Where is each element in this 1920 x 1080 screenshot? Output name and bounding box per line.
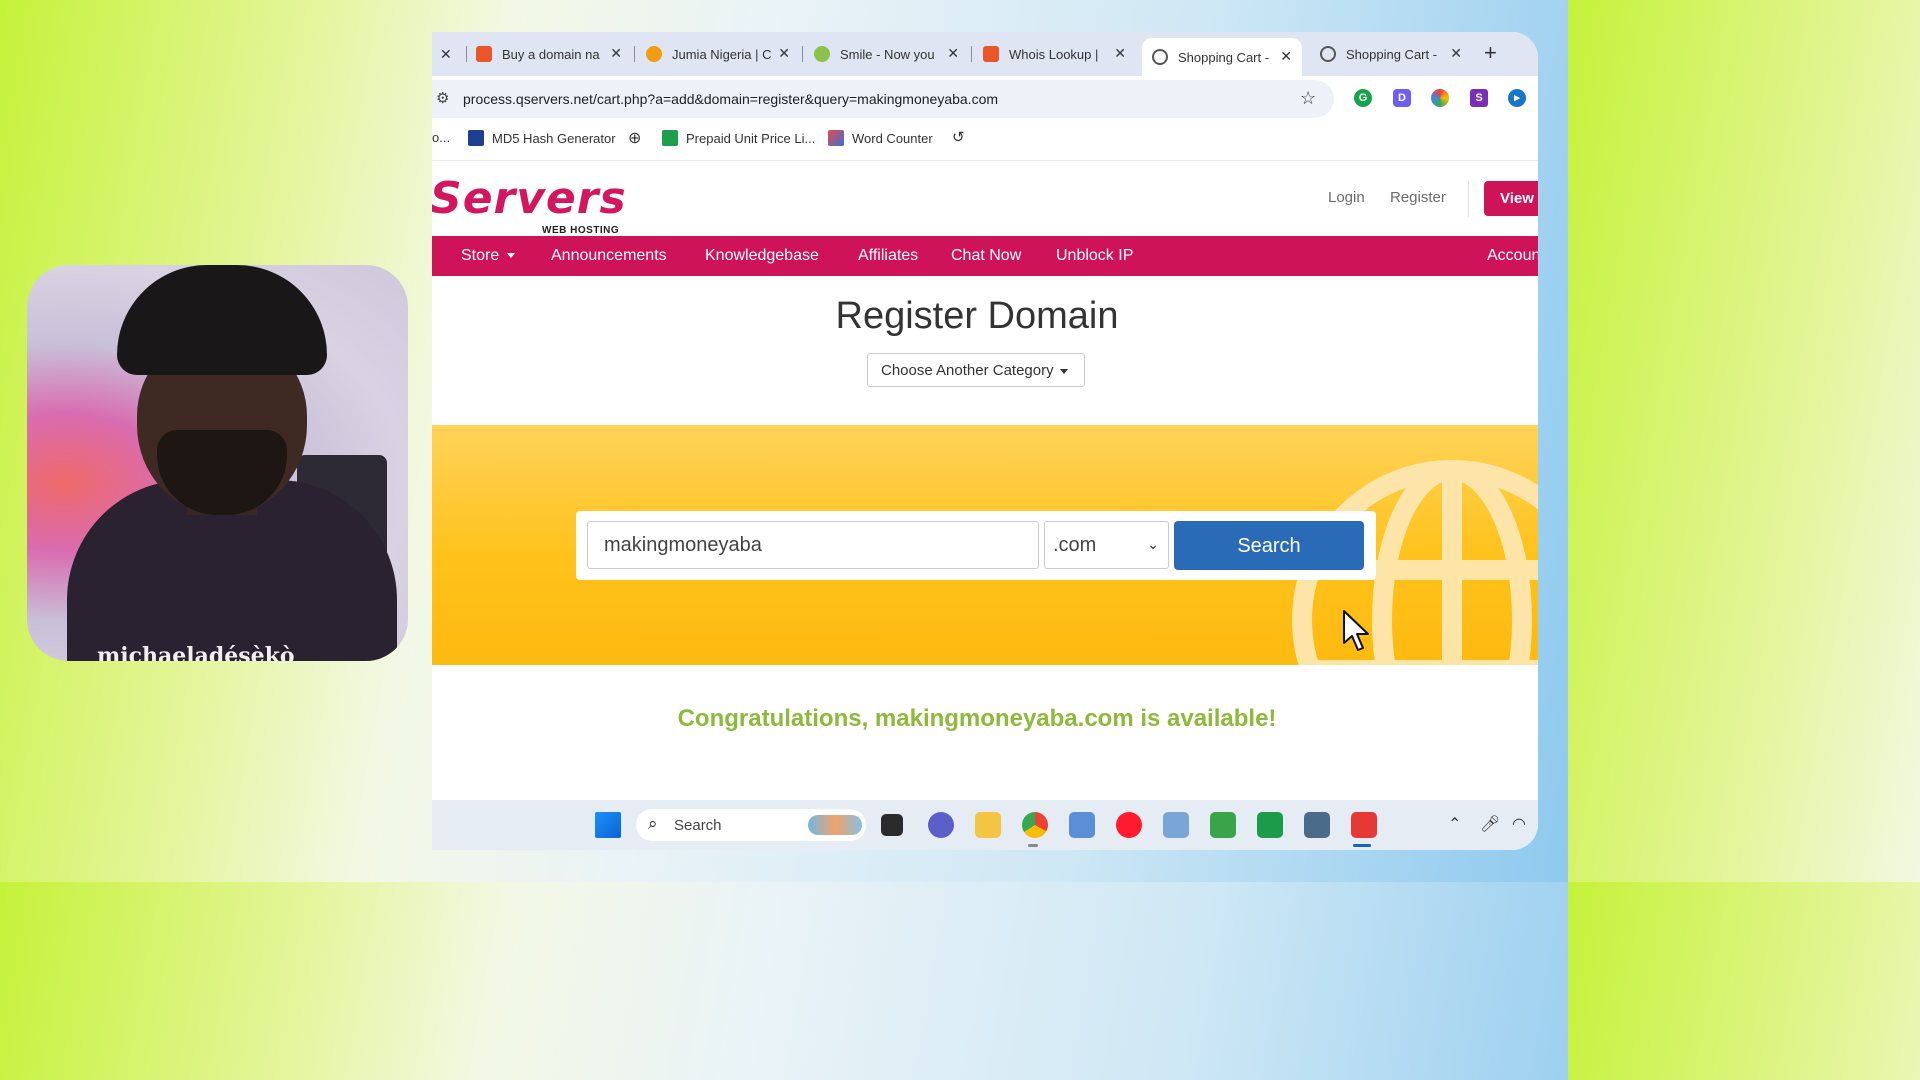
nav-account[interactable]: Accoun [1487,247,1538,265]
person-beanie [117,265,327,375]
mouse-cursor-icon [1343,610,1369,651]
domain-search-input[interactable]: makingmoneyaba [587,521,1039,569]
word-counter-icon [828,130,844,146]
tray-expand-icon[interactable]: ⌃ [1448,814,1461,834]
bookmark-word-counter[interactable]: Word Counter [828,130,933,146]
site-settings-icon[interactable]: ⚙ [436,89,449,107]
bookmark-partial[interactable]: o... [432,130,450,145]
site-logo[interactable]: Servers WEB HOSTING [432,173,627,236]
tld-select[interactable]: .com ⌄ [1044,521,1169,569]
webcam-overlay: michaeladéṣèkò [27,265,408,661]
bookmarks-bar: o... MD5 Hash Generator ⊕ Prepaid Unit P… [432,122,1538,154]
grammarly-extension-icon[interactable]: G [1354,89,1372,107]
main-nav: Store Announcements Knowledgebase Affili… [432,236,1538,276]
availability-message: Congratulations, makingmoneyaba.com is a… [677,705,1277,732]
url-text[interactable]: process.qservers.net/cart.php?a=add&doma… [463,91,998,107]
tab-jumia[interactable]: Jumia Nigeria | C ✕ [646,40,790,68]
tab-favicon-icon [476,46,492,62]
bookmark-md5[interactable]: MD5 Hash Generator [468,130,616,146]
caret-down-icon [1059,368,1068,374]
globe-icon[interactable]: ⊕ [628,128,641,148]
file-explorer-icon[interactable] [975,812,1001,838]
tab-favicon-icon [983,46,999,62]
nav-knowledgebase[interactable]: Knowledgebase [705,247,819,265]
bookmark-star-icon[interactable]: ☆ [1300,88,1316,109]
sheets-icon [662,130,678,146]
windows-taskbar: ⌕ Search ⌃ 🎤︎ ◠ [432,800,1538,850]
close-icon[interactable]: ✕ [1280,48,1292,65]
microphone-icon[interactable]: 🎤︎ [1480,814,1500,834]
nav-affiliates[interactable]: Affiliates [858,247,918,265]
color-picker-extension-icon[interactable] [1431,89,1449,107]
new-tab-button[interactable]: + [1484,40,1497,66]
tab-close-partial[interactable]: ✕ [440,40,452,68]
register-link[interactable]: Register [1390,189,1446,206]
tab-strip: ✕ Buy a domain na ✕ Jumia Nigeria | C ✕ … [432,32,1538,76]
tab-buy-domain[interactable]: Buy a domain na ✕ [476,40,622,68]
page-title: Register Domain [835,295,1119,337]
windows-start-icon[interactable] [595,812,621,838]
recorder-app-icon[interactable] [1351,812,1377,838]
camtasia-icon[interactable] [1257,812,1283,838]
tab-shopping-cart-active[interactable]: Shopping Cart - ✕ [1142,38,1302,76]
bookmark-prepaid-unit[interactable]: Prepaid Unit Price Li... [662,130,815,146]
search-highlight-image [808,815,862,835]
nav-store[interactable]: Store [461,247,516,265]
taskbar-search[interactable]: ⌕ Search [636,809,866,841]
md5-tool-icon [468,130,484,146]
close-icon[interactable]: ✕ [1450,45,1462,62]
nav-announcements[interactable]: Announcements [551,247,667,265]
tab-whois[interactable]: Whois Lookup | ✕ [983,40,1126,68]
photos-icon[interactable] [1069,812,1095,838]
tab-smile[interactable]: Smile - Now you ✕ [814,40,959,68]
wifi-icon[interactable]: ◠ [1512,814,1526,834]
address-row: ⚙ process.qservers.net/cart.php?a=add&do… [432,76,1538,122]
address-bar[interactable]: ⚙ process.qservers.net/cart.php?a=add&do… [432,80,1334,118]
domain-search-form: makingmoneyaba .com ⌄ Search [576,511,1376,580]
extension-play-icon[interactable]: ▸ [1508,89,1526,107]
calculator-icon[interactable] [1304,812,1330,838]
monitor-app-icon[interactable] [1163,812,1189,838]
view-cart-button[interactable]: View [1484,181,1538,216]
divider [1468,181,1469,217]
search-icon: ⌕ [648,814,658,833]
domain-search-banner: makingmoneyaba .com ⌄ Search [432,425,1538,665]
caret-down-icon [507,253,516,259]
close-icon[interactable]: ✕ [778,45,790,62]
opera-icon[interactable] [1116,812,1142,838]
task-view-icon[interactable] [881,814,903,836]
history-icon[interactable]: ↺ [952,128,965,146]
extension-s-icon[interactable]: S [1470,89,1488,107]
globe-icon [1152,49,1168,65]
tab-favicon-icon [814,46,830,62]
close-icon[interactable]: ✕ [1114,45,1126,62]
extension-d-icon[interactable]: D [1393,89,1411,107]
browser-window: ✕ Buy a domain na ✕ Jumia Nigeria | C ✕ … [432,32,1538,850]
login-link[interactable]: Login [1328,189,1365,206]
nav-unblock-ip[interactable]: Unblock IP [1056,247,1133,265]
nav-chat-now[interactable]: Chat Now [951,247,1021,265]
globe-icon [1320,46,1336,62]
tab-shopping-cart[interactable]: Shopping Cart - ✕ [1320,40,1462,68]
close-icon[interactable]: ✕ [610,45,622,62]
search-button[interactable]: Search [1174,521,1364,570]
webcam-name-overlay: michaeladéṣèkò [97,643,295,661]
chevron-down-icon: ⌄ [1147,536,1159,552]
chrome-icon[interactable] [1022,812,1048,838]
tab-favicon-icon [646,46,662,62]
teams-chat-icon[interactable] [928,812,954,838]
choose-category-button[interactable]: Choose Another Category [867,353,1085,387]
close-icon[interactable]: ✕ [947,45,959,62]
web-page: Servers WEB HOSTING Login Register View … [432,160,1538,800]
notes-app-icon[interactable] [1210,812,1236,838]
